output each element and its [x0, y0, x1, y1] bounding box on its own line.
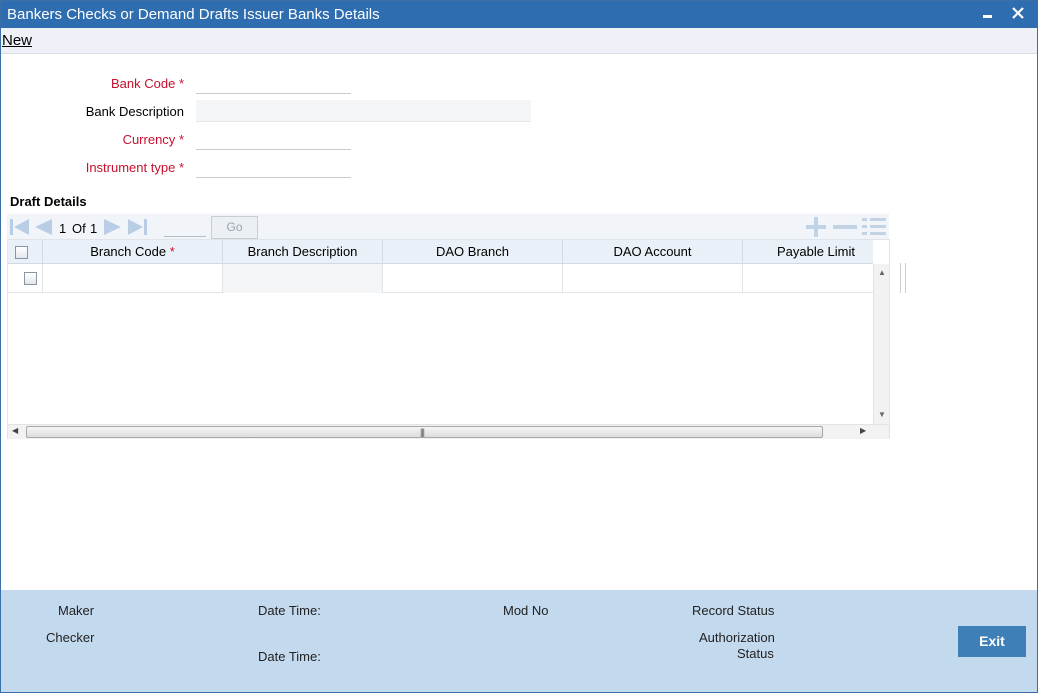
scroll-left-arrow-icon[interactable]: ◀	[12, 426, 18, 435]
last-page-icon	[128, 219, 147, 235]
add-row-button[interactable]	[804, 217, 828, 237]
required-marker: *	[178, 76, 184, 91]
previous-page-button[interactable]	[32, 217, 54, 239]
checker-label: Checker	[46, 630, 95, 645]
exit-button[interactable]: Exit	[958, 626, 1026, 657]
bank-description-label: Bank Description	[85, 104, 184, 119]
required-marker: *	[178, 132, 184, 147]
grid-toolbar: 1 Of 1 Go	[7, 214, 889, 240]
bank-code-input[interactable]	[196, 72, 351, 94]
title-bar: Bankers Checks or Demand Drafts Issuer B…	[1, 1, 1037, 28]
scroll-right-arrow-icon[interactable]: ▶	[860, 426, 866, 435]
scroll-grip-icon: |||	[420, 427, 425, 437]
current-page: 1	[59, 221, 67, 236]
required-marker: *	[169, 244, 175, 259]
next-page-icon	[104, 219, 121, 235]
instrument-type-label: Instrument type *	[4, 160, 184, 175]
grid-header: Branch Code * Branch Description DAO Bra…	[8, 240, 873, 264]
panel-splitter[interactable]	[900, 263, 906, 293]
mod-no-label: Mod No	[503, 603, 549, 618]
column-header-branch-code[interactable]: Branch Code *	[43, 240, 223, 264]
total-pages: 1	[90, 221, 98, 236]
currency-input[interactable]	[196, 128, 351, 150]
currency-label-text: Currency	[122, 132, 176, 147]
go-button[interactable]: Go	[211, 216, 258, 239]
maker-label: Maker	[58, 603, 95, 618]
branch-description-cell	[223, 264, 383, 293]
menu-bar: New	[1, 28, 1037, 54]
currency-label: Currency *	[4, 132, 184, 147]
bank-code-label-text: Bank Code	[110, 76, 176, 91]
minimize-icon	[983, 15, 992, 18]
column-header-branch-description[interactable]: Branch Description	[223, 240, 383, 264]
bank-code-label: Bank Code *	[4, 76, 184, 91]
scroll-down-arrow-icon[interactable]: ▼	[878, 410, 886, 419]
branch-code-cell[interactable]	[43, 264, 223, 293]
header-select-cell	[8, 240, 43, 264]
column-header-dao-branch[interactable]: DAO Branch	[383, 240, 563, 264]
page-number-input[interactable]	[164, 217, 206, 237]
single-record-view-button[interactable]	[862, 217, 886, 237]
window-title: Bankers Checks or Demand Drafts Issuer B…	[7, 6, 380, 23]
select-all-checkbox[interactable]	[15, 246, 28, 259]
horizontal-scroll-thumb[interactable]: |||	[26, 426, 823, 438]
column-header-dao-account[interactable]: DAO Account	[563, 240, 743, 264]
minus-icon	[833, 225, 857, 229]
window: Bankers Checks or Demand Drafts Issuer B…	[0, 0, 1038, 693]
row-select-cell	[8, 264, 43, 293]
required-marker: *	[178, 160, 184, 175]
scroll-up-arrow-icon[interactable]: ▲	[878, 268, 886, 277]
plus-icon	[806, 217, 826, 237]
minimize-button[interactable]	[977, 3, 999, 25]
table-row	[8, 264, 873, 293]
delete-row-button[interactable]	[833, 217, 857, 237]
authorization-status-label: Status	[737, 646, 774, 661]
maker-date-time-label: Date Time:	[258, 603, 321, 618]
first-page-button[interactable]	[9, 217, 31, 239]
row-checkbox[interactable]	[24, 272, 37, 285]
column-header-payable-limit[interactable]: Payable Limit	[743, 240, 889, 264]
dao-account-cell[interactable]	[563, 264, 743, 293]
record-status-label: Record Status	[692, 603, 775, 618]
payable-limit-cell[interactable]	[743, 264, 873, 293]
instrument-type-input[interactable]	[196, 156, 351, 178]
authorization-label: Authorization	[699, 630, 775, 645]
branch-code-header-text: Branch Code	[90, 244, 167, 259]
last-page-button[interactable]	[126, 217, 148, 239]
next-page-button[interactable]	[102, 217, 124, 239]
close-icon	[1012, 7, 1024, 19]
vertical-scrollbar[interactable]: ▲ ▼	[873, 264, 889, 424]
audit-footer: Maker Checker Date Time: Date Time: Mod …	[1, 590, 1037, 692]
previous-page-icon	[35, 219, 52, 235]
new-link[interactable]: New	[2, 32, 32, 49]
close-button[interactable]	[1007, 3, 1029, 25]
list-icon	[862, 218, 886, 235]
checker-date-time-label: Date Time:	[258, 649, 321, 664]
page-of-label: Of	[72, 221, 86, 236]
first-page-icon	[10, 219, 29, 235]
horizontal-scrollbar[interactable]: ◀ ||| ▶	[8, 424, 889, 439]
draft-details-title: Draft Details	[10, 194, 87, 209]
draft-details-grid: Branch Code * Branch Description DAO Bra…	[7, 239, 890, 439]
bank-description-input	[196, 100, 531, 122]
instrument-type-label-text: Instrument type	[85, 160, 176, 175]
dao-branch-cell[interactable]	[383, 264, 563, 293]
